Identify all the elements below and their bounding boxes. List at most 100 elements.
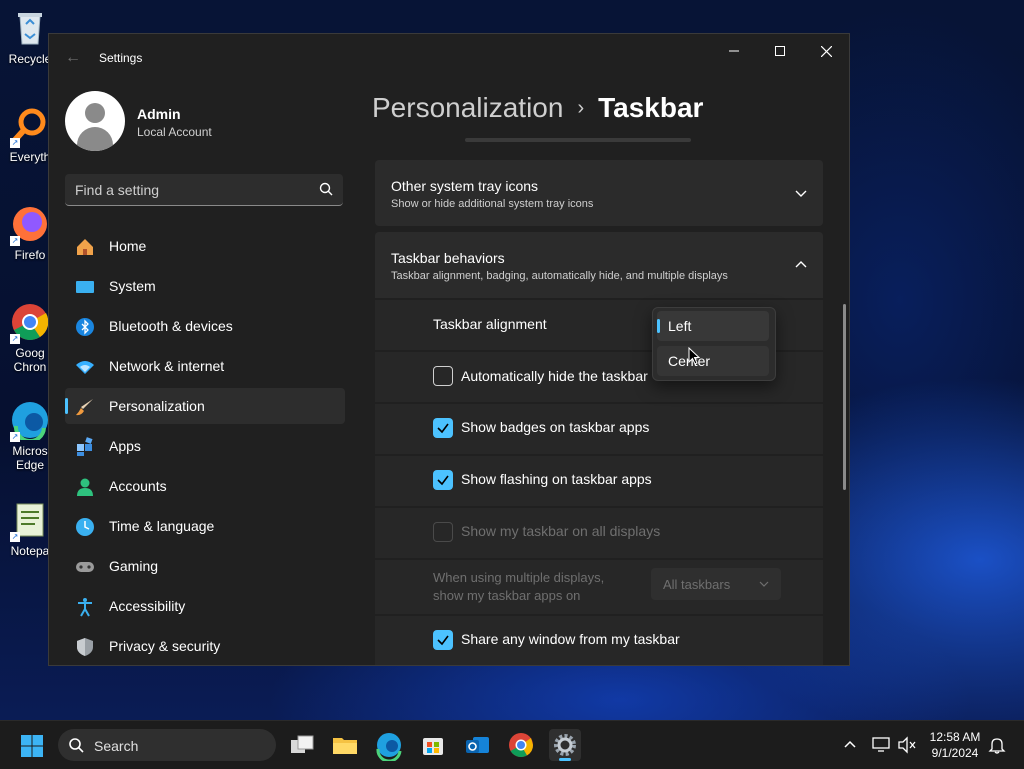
sidebar-item-accessibility[interactable]: Accessibility (65, 588, 345, 624)
sidebar-item-bluetooth[interactable]: Bluetooth & devices (65, 308, 345, 344)
all-displays-checkbox (433, 522, 453, 542)
store-button[interactable] (417, 729, 449, 761)
share-window-checkbox[interactable] (433, 630, 453, 650)
card-subtitle: Show or hide additional system tray icon… (391, 198, 594, 210)
clock-time: 12:58 AM (929, 730, 981, 744)
title-bar[interactable]: ← Settings (49, 34, 849, 82)
content-scrollbar[interactable] (843, 304, 846, 490)
sidebar-item-network[interactable]: Network & internet (65, 348, 345, 384)
all-displays-label: Show my taskbar on all displays (461, 523, 661, 539)
file-explorer-button[interactable] (329, 729, 361, 761)
sidebar-item-label: Network & internet (109, 358, 225, 374)
windows-start-icon[interactable] (20, 734, 44, 758)
taskbar-clock[interactable]: 12:58 AM 9/1/2024 (920, 729, 990, 761)
sidebar-item-label: Home (109, 238, 147, 254)
sidebar-item-accounts[interactable]: Accounts (65, 468, 345, 504)
sidebar-item-label: Privacy & security (109, 638, 221, 654)
close-button[interactable] (803, 34, 849, 66)
alignment-dropdown[interactable]: Left Center (652, 307, 776, 381)
bluetooth-icon (76, 318, 94, 336)
badges-checkbox[interactable] (433, 418, 453, 438)
find-setting-input[interactable] (65, 174, 317, 206)
flashing-checkbox[interactable] (433, 470, 453, 490)
alignment-option-left[interactable]: Left (657, 311, 769, 341)
sidebar-item-label: System (109, 278, 156, 294)
clock-date: 9/1/2024 (931, 746, 979, 760)
avatar[interactable] (65, 91, 125, 151)
sidebar-nav: Home System Bluetooth & devices Network … (65, 228, 345, 665)
chrome-icon (509, 733, 533, 758)
badges-row[interactable]: Show badges on taskbar apps (375, 404, 823, 454)
edge-icon: ↗ (10, 400, 50, 444)
checkmark-icon (437, 635, 449, 646)
accounts-icon (77, 478, 93, 496)
search-icon (69, 738, 84, 753)
card-title: Taskbar behaviors (391, 250, 505, 266)
multi-display-row: When using multiple displays, show my ta… (375, 560, 823, 614)
chrome-icon: ↗ (10, 302, 50, 344)
avatar-head (85, 103, 105, 123)
user-name: Admin (137, 106, 181, 122)
behaviors-card[interactable]: Taskbar behaviors Taskbar alignment, bad… (375, 232, 823, 298)
sidebar-item-label: Accounts (109, 478, 167, 494)
flashing-row[interactable]: Show flashing on taskbar apps (375, 456, 823, 506)
find-setting-box[interactable] (65, 174, 343, 206)
mouse-cursor-icon (688, 347, 700, 365)
outlook-button[interactable] (461, 729, 493, 761)
chevron-up-icon[interactable] (795, 259, 807, 271)
personalization-icon (76, 399, 93, 416)
taskbar: 12:58 AM 9/1/2024 (0, 720, 1024, 769)
card-title: Other system tray icons (391, 178, 539, 194)
content-pane: Other system tray icons Show or hide add… (375, 138, 823, 665)
sidebar-item-system[interactable]: System (65, 268, 345, 304)
sidebar-item-label: Personalization (109, 398, 205, 414)
previous-card-edge (465, 138, 691, 142)
maximize-icon (775, 46, 785, 57)
back-button[interactable]: ← (63, 48, 83, 68)
firefox-icon: ↗ (10, 204, 50, 246)
share-window-label: Share any window from my taskbar (461, 631, 680, 647)
share-window-row[interactable]: Share any window from my taskbar (375, 616, 823, 665)
settings-taskbar-button[interactable] (549, 729, 581, 761)
sidebar-item-gaming[interactable]: Gaming (65, 548, 345, 584)
auto-hide-checkbox[interactable] (433, 366, 453, 386)
search-icon[interactable] (319, 182, 333, 196)
minimize-button[interactable] (711, 34, 757, 66)
sidebar-item-apps[interactable]: Apps (65, 428, 345, 464)
chrome-taskbar-button[interactable] (505, 729, 537, 761)
breadcrumb-personalization[interactable]: Personalization (372, 92, 563, 123)
gear-icon (554, 734, 576, 756)
folder-icon (333, 738, 357, 754)
sidebar-item-personalization[interactable]: Personalization (65, 388, 345, 424)
card-subtitle: Taskbar alignment, badging, automaticall… (391, 270, 728, 282)
sidebar-item-home[interactable]: Home (65, 228, 345, 264)
network-icon (76, 361, 94, 374)
taskbar-search-input[interactable] (92, 735, 266, 757)
shortcut-arrow-icon: ↗ (10, 334, 20, 344)
tray-icons-card[interactable]: Other system tray icons Show or hide add… (375, 160, 823, 226)
recycle-bin-icon (10, 8, 50, 48)
task-view-button[interactable] (286, 729, 318, 761)
notification-bell-icon[interactable] (987, 735, 1007, 755)
shield-icon (77, 638, 93, 656)
outlook-icon (466, 737, 489, 753)
minimize-icon (729, 50, 739, 52)
alignment-option-center[interactable]: Center (657, 346, 769, 376)
sidebar-item-label: Accessibility (109, 598, 186, 614)
home-icon (77, 239, 93, 255)
shortcut-arrow-icon: ↗ (10, 432, 20, 442)
maximize-button[interactable] (757, 34, 803, 66)
multi-display-label-line2: show my taskbar apps on (433, 588, 581, 603)
taskbar-search-box[interactable] (58, 729, 276, 761)
chevron-up-icon[interactable] (840, 735, 860, 755)
everything-search-icon: ↗ (10, 106, 50, 148)
sidebar-item-privacy-security[interactable]: Privacy & security (65, 628, 345, 664)
sidebar-item-time-language[interactable]: Time & language (65, 508, 345, 544)
system-icon (76, 281, 94, 293)
network-tray-icon[interactable] (871, 735, 891, 755)
chevron-down-icon[interactable] (795, 187, 807, 199)
edge-taskbar-button[interactable] (373, 729, 405, 763)
badges-label: Show badges on taskbar apps (461, 419, 650, 435)
volume-muted-icon[interactable] (897, 735, 917, 755)
shortcut-arrow-icon: ↗ (10, 138, 20, 148)
